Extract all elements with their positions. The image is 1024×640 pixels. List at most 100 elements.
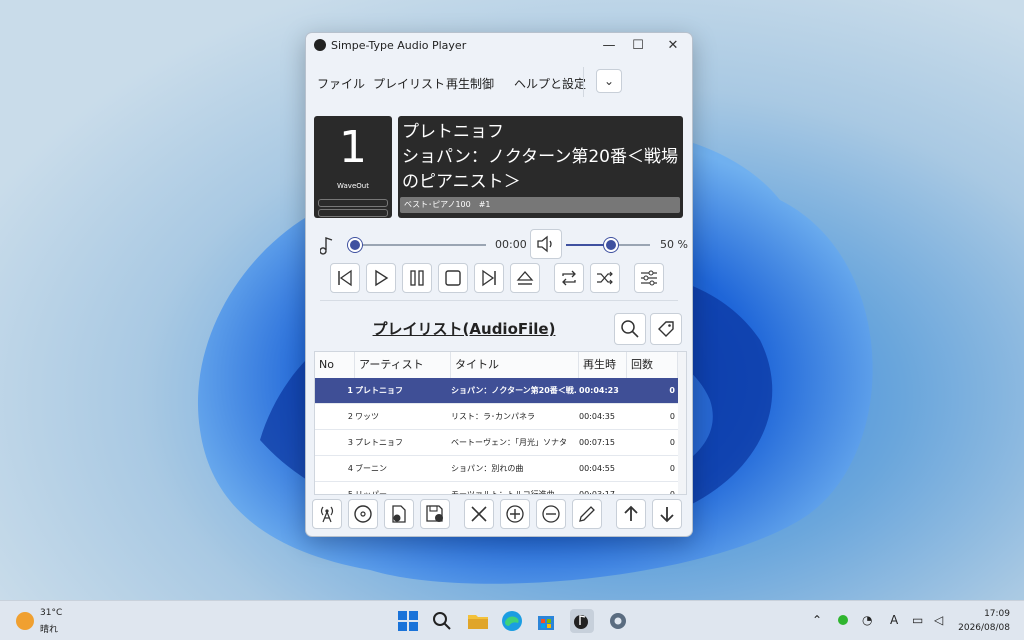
previous-icon [338,269,352,287]
search-icon [621,320,639,338]
move-up-icon [624,505,638,521]
cell-count: 0 [669,490,675,495]
equalizer-button[interactable] [634,263,664,293]
track-title: プレトニョフ ショパン：ノクターン第20番＜戦場のピアニスト＞ [402,120,680,195]
cell-artist: ワッツ [355,412,379,421]
table-row[interactable]: 5 リッパー モーツァルト：トルコ行進曲 00:03:17 0 [315,482,678,495]
clock-date[interactable]: 2026/08/08 [958,623,1010,633]
move-down-button[interactable] [652,499,682,529]
table-row[interactable]: 1 プレトニョフ ショパン：ノクターン第20番＜戦... 00:04:23 0 [315,378,678,404]
cell-duration: 00:04:55 [579,464,615,473]
col-header-title[interactable]: タイトル [451,352,579,378]
menu-separator [583,67,584,97]
edit-button[interactable] [572,499,602,529]
move-down-icon [660,507,674,523]
shuffle-icon [597,271,613,285]
save-button[interactable] [420,499,450,529]
vertical-scrollbar[interactable] [678,352,686,494]
repeat-button[interactable] [554,263,584,293]
search-button[interactable] [614,313,646,345]
cell-artist: プレトニョフ [355,438,403,447]
tag-button[interactable] [650,313,682,345]
volume-tray-icon[interactable]: ◁ [934,613,943,627]
delete-button[interactable] [464,499,494,529]
delete-icon [471,506,487,522]
album-label: ベスト･ピアノ100 #1 [400,197,680,213]
clock-time[interactable]: 17:09 [984,609,1010,619]
eject-icon [516,271,534,285]
cell-count: 0 [669,464,675,473]
temperature[interactable]: 31°C [40,608,62,618]
table-row[interactable]: 4 ブーニン ショパン：別れの曲 00:04:55 0 [315,456,678,482]
menu-playback[interactable]: 再生制御 [446,75,494,92]
table-row[interactable]: 3 プレトニョフ ベートーヴェン：「月光」ソナタ 00:07:15 0 [315,430,678,456]
remove-button[interactable] [536,499,566,529]
status-tray-icon[interactable] [838,615,848,625]
cell-count: 0 [669,438,675,447]
seek-thumb[interactable] [348,238,362,252]
title-bar[interactable]: Simpe-Type Audio Player — ☐ ✕ [306,33,692,59]
cell-count: 0 [669,386,675,395]
audio-player-taskbar-icon[interactable] [570,609,594,633]
search-icon[interactable] [430,609,454,633]
broadcast-button[interactable] [312,499,342,529]
menu-help-settings[interactable]: ヘルプと設定 [514,75,586,92]
track-number: 1 [339,122,367,173]
cell-title: ショパン：別れの曲 [451,464,524,473]
add-file-icon [392,505,406,523]
menu-playlist[interactable]: プレイリスト [373,75,445,92]
divider [320,300,678,301]
track-info-panel: プレトニョフ ショパン：ノクターン第20番＜戦場のピアニスト＞ ベスト･ピアノ1… [398,116,683,218]
cell-duration: 00:03:17 [579,490,615,495]
col-header-count[interactable]: 回数 [627,352,678,378]
menu-bar: ファイル プレイリスト 再生制御 ヘルプと設定 [306,67,692,97]
volume-label: 50 % [660,238,688,251]
eject-button[interactable] [510,263,540,293]
cd-button[interactable] [348,499,378,529]
edit-icon [579,506,595,522]
tray-chevron-icon[interactable]: ⌃ [812,613,822,627]
cell-artist: ブーニン [355,464,387,473]
seek-slider[interactable] [352,244,486,246]
next-button[interactable] [474,263,504,293]
song-title: ショパン：ノクターン第20番＜戦場のピアニスト＞ [402,147,678,192]
menu-file[interactable]: ファイル [317,75,365,92]
shuffle-button[interactable] [590,263,620,293]
cell-no: 3 [347,438,353,447]
col-header-no[interactable]: No [315,352,355,378]
maximize-button[interactable]: ☐ [625,37,651,55]
ime-indicator[interactable]: A [890,613,898,627]
stop-button[interactable] [438,263,468,293]
cell-count: 0 [669,412,675,421]
play-button[interactable] [366,263,396,293]
close-button[interactable]: ✕ [660,37,686,55]
add-file-button[interactable] [384,499,414,529]
cell-artist: プレトニョフ [355,386,403,395]
cd-icon [354,505,372,523]
minimize-button[interactable]: — [596,37,622,55]
seek-row: 00:00 50 % [306,229,692,259]
table-row[interactable]: 2 ワッツ リスト：ラ･カンパネラ 00:04:35 0 [315,404,678,430]
add-button[interactable] [500,499,530,529]
network-tray-icon[interactable]: ◔ [862,613,872,627]
volume-thumb[interactable] [604,238,618,252]
mute-button[interactable] [530,229,562,259]
col-header-duration[interactable]: 再生時 [579,352,627,378]
weather-sun-icon[interactable] [16,612,34,630]
settings-icon[interactable] [606,609,630,633]
app-icon [314,39,326,51]
start-icon[interactable] [396,609,420,633]
expand-menu-button[interactable]: ⌄ [596,69,622,93]
previous-button[interactable] [330,263,360,293]
store-icon[interactable] [534,609,558,633]
display-tray-icon[interactable]: ▭ [912,613,923,627]
weather-description[interactable]: 晴れ [40,622,58,635]
move-up-button[interactable] [616,499,646,529]
col-header-artist[interactable]: アーティスト [355,352,451,378]
edge-icon[interactable] [500,609,524,633]
file-explorer-icon[interactable] [466,609,490,633]
elapsed-time: 00:00 [495,238,527,251]
playlist-grid: No アーティスト タイトル 再生時 回数 1 プレトニョフ ショパン：ノクター… [314,351,687,495]
pause-button[interactable] [402,263,432,293]
speaker-icon [537,235,552,253]
